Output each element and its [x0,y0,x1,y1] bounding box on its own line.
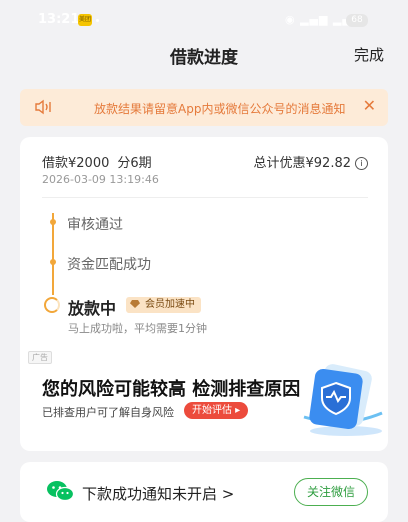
divider [42,197,368,198]
ad-title[interactable]: 您的风险可能较高 检测排查原因 [42,375,300,401]
diamond-icon [130,300,140,308]
timeline-step-matched: 资金匹配成功 [67,257,151,273]
timeline-dot [50,259,56,265]
loan-progress-card: 借款¥2000 分6期 2026-03-09 13:19:46 总计优惠¥92.8… [20,137,388,451]
close-icon[interactable]: ✕ [363,96,376,115]
ad-tag: 广告 [28,351,52,364]
info-icon[interactable]: i [355,157,368,170]
shield-icon [303,364,383,436]
loading-ring-icon [44,297,60,313]
speaker-icon [35,99,51,115]
loan-timestamp: 2026-03-09 13:19:46 [42,173,159,186]
loan-summary: 借款¥2000 分6期 [42,152,152,171]
loan-period: 分6期 [117,156,152,171]
loan-amount: 借款¥2000 [42,156,110,171]
notification-card: 下款成功通知未开启 > 关注微信 [20,462,388,522]
navigation-bar: 借款进度 完成 [0,40,408,68]
status-time: 13:21 [38,12,80,27]
ad-subtitle: 已排查用户可了解自身风险 [42,406,174,419]
battery-icon: 68 [346,14,368,27]
app-notification-icon: 美团 [78,14,92,26]
timeline-current-subtitle: 马上成功啦，平均需要1分钟 [68,322,207,335]
wechat-icon [47,481,74,502]
notice-banner: 放款结果请留意App内或微信公众号的消息通知 ✕ [20,89,388,126]
start-assessment-button[interactable]: 开始评估 ▸ [184,402,249,419]
notice-text: 放款结果请留意App内或微信公众号的消息通知 [94,102,346,116]
timeline-step-approved: 审核通过 [67,217,123,233]
notification-setting-link[interactable]: 下款成功通知未开启 > [82,483,234,504]
follow-wechat-button[interactable]: 关注微信 [294,478,368,506]
notification-dot-icon [96,19,99,22]
discount-info[interactable]: 总计优惠¥92.82 i [253,152,368,171]
timeline-line [52,213,54,295]
discount-total: 总计优惠¥92.82 [253,156,352,171]
vip-badge-label: 会员加速中 [145,299,195,310]
status-bar: 13:21 美团 ◉ ▂▄▆ ▂▄▆ 68 [0,0,408,40]
vip-accelerate-badge: 会员加速中 [126,297,201,313]
timeline-dot [50,219,56,225]
timeline-step-current: 放款中 [68,299,117,318]
page-title: 借款进度 [170,48,238,68]
done-button[interactable]: 完成 [354,44,384,65]
